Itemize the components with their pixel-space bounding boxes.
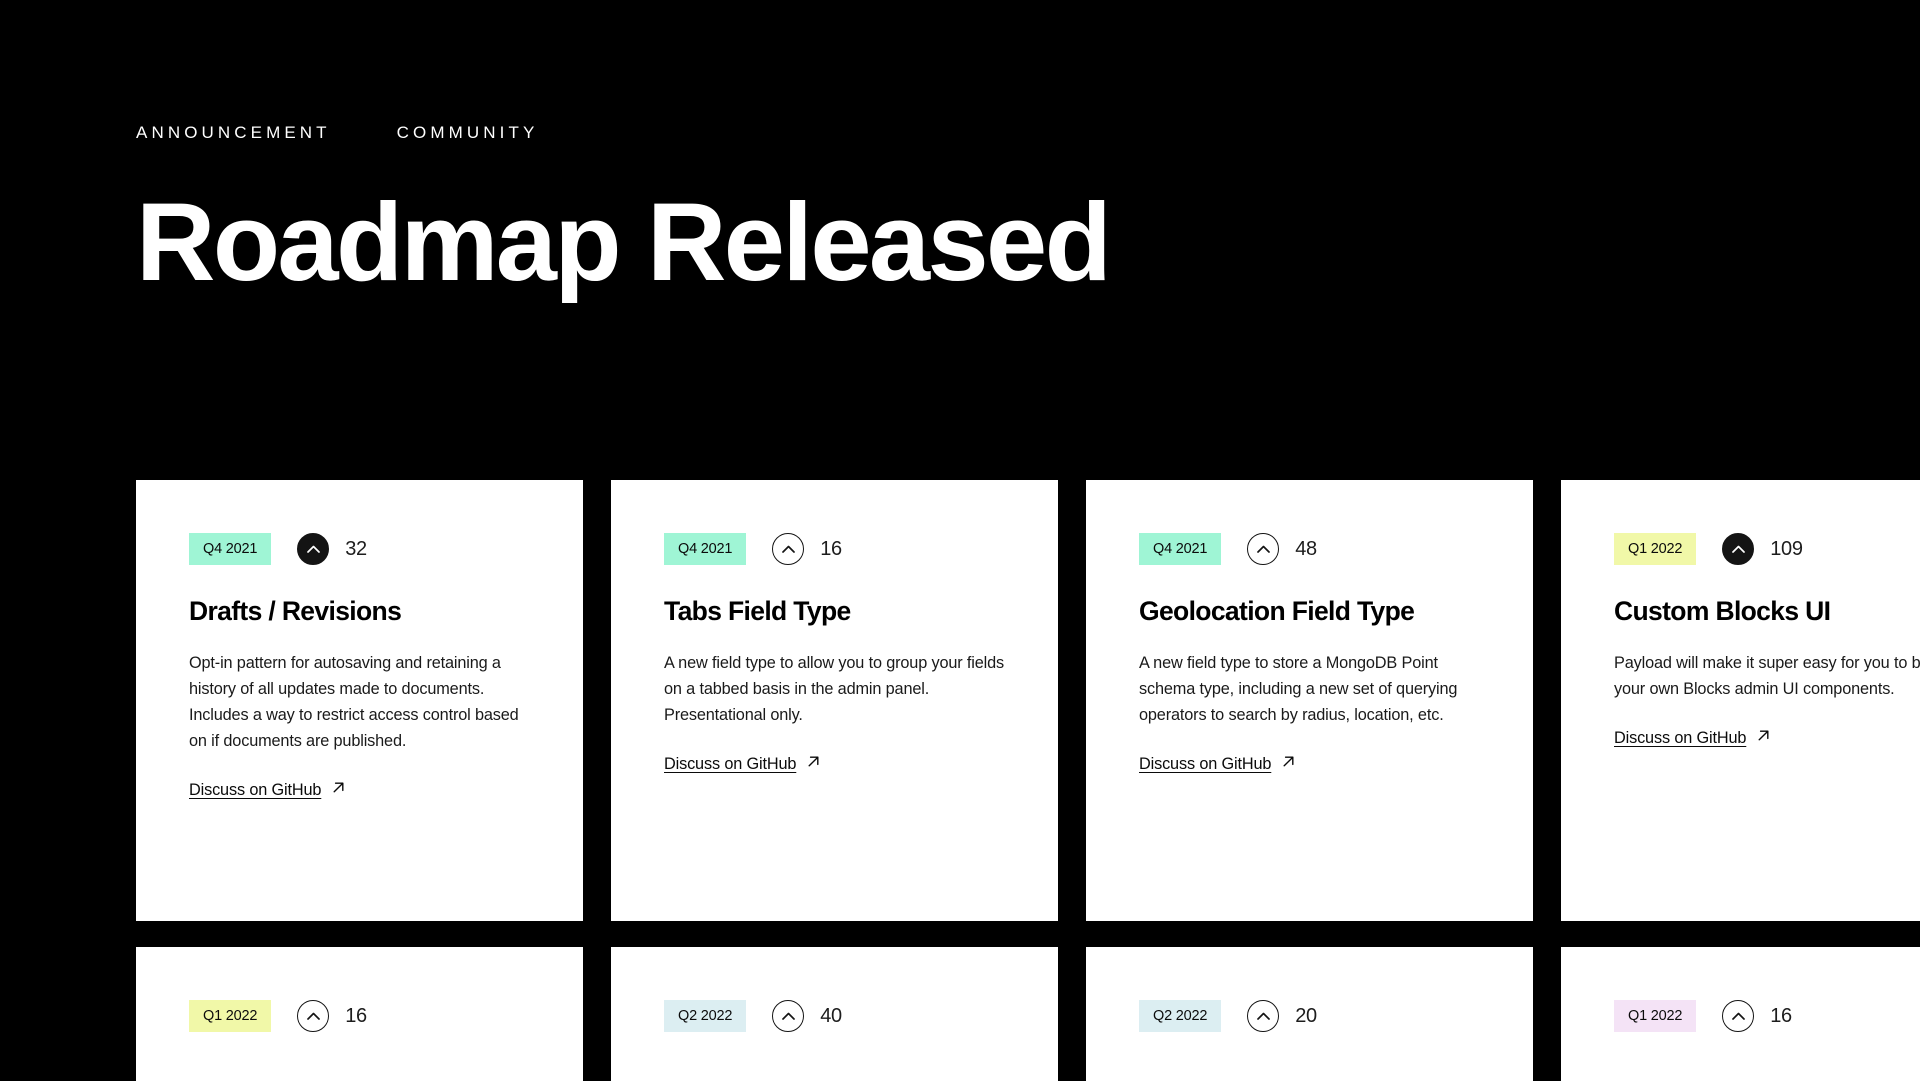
discuss-on-github-link[interactable]: Discuss on GitHub <box>1139 754 1296 776</box>
chevron-up-icon <box>781 545 795 553</box>
page-title: Roadmap Released <box>136 181 1112 304</box>
vote-count: 40 <box>820 1005 842 1027</box>
category-label-announcement[interactable]: ANNOUNCEMENT <box>136 123 331 143</box>
discuss-on-github-link[interactable]: Discuss on GitHub <box>1614 728 1771 750</box>
quarter-badge: Q4 2021 <box>664 533 747 565</box>
arrow-up-right-icon <box>331 780 346 800</box>
vote-count: 16 <box>1770 1005 1792 1027</box>
card-meta-row: Q2 2022 20 <box>1139 1000 1481 1032</box>
card-meta-row: Q4 2021 48 <box>1139 533 1481 565</box>
arrow-up-right-icon <box>806 754 821 774</box>
category-label-row: ANNOUNCEMENT COMMUNITY <box>136 0 1920 142</box>
quarter-badge: Q1 2022 <box>1614 533 1697 565</box>
upvote-button[interactable] <box>1247 533 1280 565</box>
upvote-button[interactable] <box>297 533 330 565</box>
quarter-badge: Q4 2021 <box>1139 533 1222 565</box>
card-meta-row: Q4 2021 32 <box>189 533 531 565</box>
card-description: Payload will make it super easy for you … <box>1614 653 1920 698</box>
upvote-button[interactable] <box>772 533 805 565</box>
card-title: Custom Blocks UI <box>1614 596 1831 626</box>
card-meta-row: Q1 2022 109 <box>1614 533 1920 565</box>
vote-count: 16 <box>345 1005 367 1027</box>
card-meta-row: Q1 2022 16 <box>189 1000 531 1032</box>
chevron-up-icon <box>306 545 320 553</box>
discuss-on-github-label: Discuss on GitHub <box>1139 755 1272 774</box>
roadmap-card[interactable]: Q4 2021 48 Geolocation Field Type A new … <box>1086 480 1533 921</box>
discuss-on-github-label: Discuss on GitHub <box>664 755 797 774</box>
vote-count: 20 <box>1295 1005 1317 1027</box>
discuss-on-github-label: Discuss on GitHub <box>1614 729 1747 748</box>
quarter-badge: Q1 2022 <box>1614 1000 1697 1032</box>
card-meta-row: Q1 2022 16 <box>1614 1000 1920 1032</box>
quarter-badge: Q2 2022 <box>1139 1000 1222 1032</box>
quarter-badge: Q1 2022 <box>189 1000 272 1032</box>
vote-count: 16 <box>820 538 842 560</box>
vote-count: 48 <box>1295 538 1317 560</box>
vote-count: 32 <box>345 538 367 560</box>
card-meta-row: Q2 2022 40 <box>664 1000 1006 1032</box>
roadmap-card[interactable]: Q4 2021 32 Drafts / Revisions Opt-in pat… <box>136 480 583 921</box>
upvote-button[interactable] <box>1722 1000 1755 1032</box>
upvote-button[interactable] <box>297 1000 330 1032</box>
roadmap-card[interactable]: Q2 2022 20 <box>1086 947 1533 1081</box>
upvote-button[interactable] <box>1247 1000 1280 1032</box>
chevron-up-icon <box>1731 545 1745 553</box>
discuss-on-github-label: Discuss on GitHub <box>189 781 322 800</box>
card-title: Drafts / Revisions <box>189 596 402 626</box>
upvote-button[interactable] <box>772 1000 805 1032</box>
card-description: A new field type to store a MongoDB Poin… <box>1139 653 1458 724</box>
roadmap-page: ANNOUNCEMENT COMMUNITY Roadmap Released … <box>0 0 1920 1081</box>
roadmap-card-grid: Q4 2021 32 Drafts / Revisions Opt-in pat… <box>136 480 1920 1081</box>
roadmap-card[interactable]: Q2 2022 40 <box>611 947 1058 1081</box>
roadmap-card[interactable]: Q1 2022 16 <box>1561 947 1920 1081</box>
chevron-up-icon <box>1256 1012 1270 1020</box>
card-description: Opt-in pattern for autosaving and retain… <box>189 653 519 750</box>
hero-section: ANNOUNCEMENT COMMUNITY Roadmap Released <box>0 0 1920 298</box>
chevron-up-icon <box>781 1012 795 1020</box>
arrow-up-right-icon <box>1281 754 1296 774</box>
roadmap-card[interactable]: Q1 2022 16 <box>136 947 583 1081</box>
category-label-community[interactable]: COMMUNITY <box>397 123 539 143</box>
chevron-up-icon <box>1256 545 1270 553</box>
quarter-badge: Q2 2022 <box>664 1000 747 1032</box>
card-description: A new field type to allow you to group y… <box>664 653 1005 724</box>
chevron-up-icon <box>1731 1012 1745 1020</box>
discuss-on-github-link[interactable]: Discuss on GitHub <box>664 754 821 776</box>
discuss-on-github-link[interactable]: Discuss on GitHub <box>189 780 346 802</box>
chevron-up-icon <box>306 1012 320 1020</box>
roadmap-card[interactable]: Q4 2021 16 Tabs Field Type A new field t… <box>611 480 1058 921</box>
vote-count: 109 <box>1770 538 1803 560</box>
card-meta-row: Q4 2021 16 <box>664 533 1006 565</box>
quarter-badge: Q4 2021 <box>189 533 272 565</box>
roadmap-card[interactable]: Q1 2022 109 Custom Blocks UI Payload wil… <box>1561 480 1920 921</box>
card-title: Geolocation Field Type <box>1139 596 1415 626</box>
arrow-up-right-icon <box>1756 728 1771 748</box>
card-title: Tabs Field Type <box>664 596 851 626</box>
upvote-button[interactable] <box>1722 533 1755 565</box>
